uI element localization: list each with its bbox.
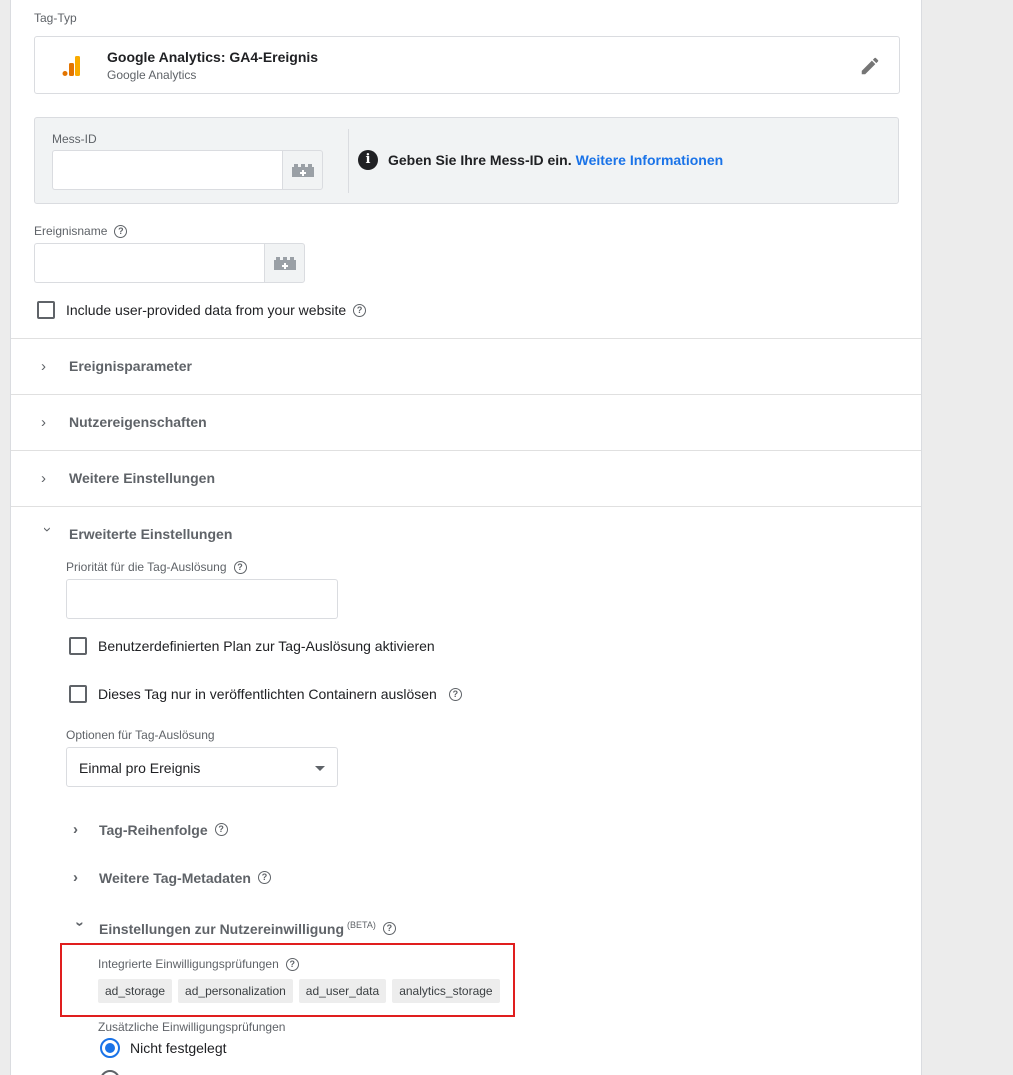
tag-sequencing-title: Tag-Reihenfolge [99,821,208,838]
chevron-right-icon: › [41,470,46,487]
section-title: Nutzereigenschaften [69,414,207,430]
info-icon: i [358,150,378,170]
variable-picker-button[interactable] [282,150,323,190]
help-icon[interactable]: ? [233,561,247,575]
help-icon[interactable]: ? [114,225,128,239]
tag-metadata-title: Weitere Tag-Metadaten [99,869,251,886]
tag-type-subtitle: Google Analytics [107,68,197,82]
tag-sequencing-row[interactable]: › Tag-Reihenfolge ? [73,821,228,838]
firing-options-value: Einmal pro Ereignis [79,760,201,776]
chevron-right-icon: › [41,358,46,375]
published-only-checkbox-row[interactable]: Dieses Tag nur in veröffentlichten Conta… [69,685,462,703]
measurement-id-input[interactable] [52,150,282,190]
chevron-down-icon: › [71,921,89,927]
event-name-input[interactable] [34,243,264,283]
tag-type-label: Tag-Typ [34,11,77,25]
consent-chip: ad_storage [98,979,173,1003]
published-only-checkbox[interactable] [69,685,87,703]
custom-schedule-checkbox-row[interactable]: Benutzerdefinierten Plan zur Tag-Auslösu… [69,637,435,655]
variable-picker-button[interactable] [264,243,305,283]
tag-type-card[interactable]: Google Analytics: GA4-Ereignis Google An… [34,36,900,94]
help-icon[interactable]: ? [353,303,367,317]
measurement-id-input-group [52,150,323,190]
built-in-consent-chips: ad_storage ad_personalization ad_user_da… [98,979,500,1003]
variable-brick-icon [273,256,296,270]
consent-settings-row[interactable]: › Einstellungen zur Nutzereinwilligung (… [71,919,396,937]
consent-chip: ad_user_data [298,979,387,1003]
priority-label: Priorität für die Tag-Auslösung [66,560,227,574]
firing-options-label: Optionen für Tag-Auslösung [66,728,215,742]
variable-brick-icon [291,163,314,177]
user-data-checkbox-label: Include user-provided data from your web… [66,302,347,318]
user-data-checkbox[interactable] [37,301,55,319]
section-nutzereigenschaften[interactable]: › Nutzereigenschaften [11,394,921,450]
built-in-consent-label: Integrierte Einwilligungsprüfungen [98,957,279,971]
measurement-info-text: Geben Sie Ihre Mess-ID ein. [388,152,572,168]
tag-metadata-row[interactable]: › Weitere Tag-Metadaten ? [73,869,271,886]
event-name-input-group [34,243,305,283]
custom-schedule-label: Benutzerdefinierten Plan zur Tag-Auslösu… [98,638,435,654]
custom-schedule-checkbox[interactable] [69,637,87,655]
google-analytics-icon [62,56,80,76]
measurement-info: i Geben Sie Ihre Mess-ID ein. Weitere In… [358,150,723,170]
additional-consent-option-not-set[interactable]: Nicht festgelegt [100,1038,227,1058]
chevron-right-icon: › [73,869,78,886]
measurement-id-box: Mess-ID i Geben Sie Ihre Mess-ID ein. We… [34,117,899,204]
priority-label-row: Priorität für die Tag-Auslösung? [66,560,247,575]
chevron-down-icon[interactable]: › [39,527,56,539]
additional-consent-label: Zusätzliche Einwilligungsprüfungen [98,1020,286,1034]
priority-input[interactable] [66,579,338,619]
additional-consent-option-label: Nicht festgelegt [130,1040,227,1056]
chevron-right-icon: › [41,414,46,431]
tag-configuration-panel: Tag-Typ Google Analytics: GA4-Ereignis G… [10,0,922,1075]
built-in-consent-label-row: Integrierte Einwilligungsprüfungen? [98,957,299,972]
consent-chip: analytics_storage [392,979,500,1003]
consent-chip: ad_personalization [178,979,293,1003]
help-icon[interactable]: ? [257,871,271,884]
help-icon[interactable]: ? [285,958,299,972]
radio-selected[interactable] [100,1038,120,1058]
section-title: Ereignisparameter [69,358,192,374]
event-name-label: Ereignisname [34,224,108,238]
chevron-right-icon: › [73,821,78,838]
tag-type-title: Google Analytics: GA4-Ereignis [107,49,319,65]
event-name-label-row: Ereignisname? [34,224,128,239]
dropdown-arrow-icon [315,766,325,771]
help-icon[interactable]: ? [448,687,462,701]
learn-more-link[interactable]: Weitere Informationen [576,152,724,168]
beta-badge: (BETA) [347,919,376,930]
measurement-divider [348,129,349,193]
measurement-id-label: Mess-ID [52,132,97,146]
section-title: Weitere Einstellungen [69,470,215,486]
section-title[interactable]: Erweiterte Einstellungen [69,526,232,542]
consent-settings-title: Einstellungen zur Nutzereinwilligung [99,920,345,937]
firing-options-select[interactable]: Einmal pro Ereignis [66,747,338,787]
user-data-checkbox-row[interactable]: Include user-provided data from your web… [37,301,367,319]
help-icon[interactable]: ? [214,823,228,836]
published-only-label: Dieses Tag nur in veröffentlichten Conta… [98,686,437,702]
pencil-icon[interactable] [859,55,881,77]
section-weitere-einstellungen[interactable]: › Weitere Einstellungen [11,450,921,506]
section-ereignisparameter[interactable]: › Ereignisparameter [11,338,921,394]
help-icon[interactable]: ? [382,922,396,935]
